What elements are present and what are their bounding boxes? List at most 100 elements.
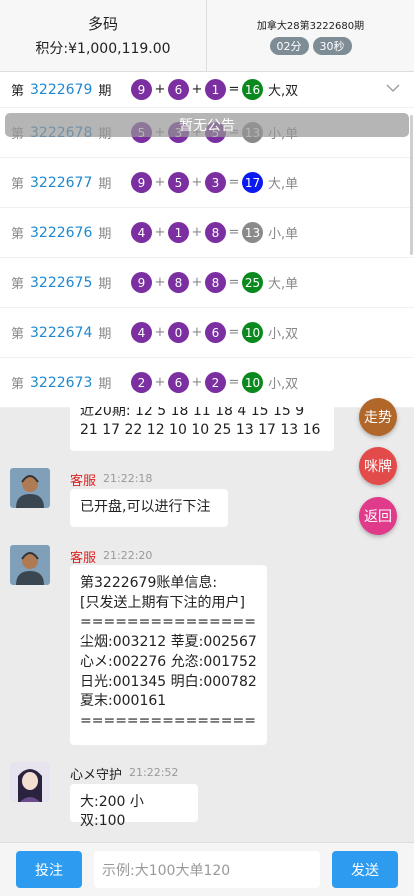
plus-sign: + — [191, 225, 203, 240]
ball-2: 6 — [168, 372, 189, 393]
plus-sign: + — [154, 175, 166, 190]
plus-sign: + — [154, 325, 166, 340]
bill-line: ================ — [80, 712, 257, 729]
history-bubble: 近20期: 12 5 18 11 18 4 15 15 9 21 17 22 1… — [70, 407, 334, 451]
issue-suffix: 期 — [98, 277, 112, 292]
plus-sign: + — [191, 275, 203, 290]
back-button[interactable]: 返回 — [359, 497, 397, 535]
username: 多码 — [87, 15, 118, 33]
draw-result: 大,单 — [268, 177, 299, 192]
plus-sign: + — [191, 375, 203, 390]
bill-line: ================ — [80, 614, 257, 631]
ball-3: 8 — [205, 222, 226, 243]
draw-result: 大,单 — [268, 277, 299, 292]
avatar — [10, 468, 50, 508]
issue-suffix: 期 — [98, 84, 112, 99]
draw-balls: 9 + 5 + 3 = 17 大,单 — [131, 172, 298, 193]
draw-result: 小,单 — [268, 227, 299, 242]
issue-number: 3222677 — [30, 174, 93, 191]
bill-line: [只发送上期有下注的用户] — [80, 594, 245, 611]
plus-sign: + — [154, 82, 166, 97]
draw-result: 小,双 — [268, 327, 299, 342]
issue-prefix: 第 — [11, 84, 25, 99]
ball-1: 4 — [131, 322, 152, 343]
draw-row: 第 3222676 期 4 + 1 + 8 = 13 小,单 — [0, 208, 414, 258]
equals-sign: = — [228, 225, 240, 240]
equals-sign: = — [228, 82, 240, 97]
bottom-bar: 投注 示例:大100大单120 发送 — [0, 842, 414, 896]
bet-button[interactable]: 投注 — [16, 851, 82, 888]
ball-3: 3 — [205, 172, 226, 193]
message-time: 21:22:20 — [103, 549, 153, 562]
draw-balls: 4 + 1 + 8 = 13 小,单 — [131, 222, 298, 243]
ball-3: 8 — [205, 272, 226, 293]
sum-ball: 13 — [242, 222, 263, 243]
sender-name: 心メ守护 — [70, 768, 123, 783]
issue-suffix: 期 — [98, 177, 112, 192]
sum-ball: 10 — [242, 322, 263, 343]
draw-result: 小,双 — [268, 377, 299, 392]
ball-2: 1 — [168, 222, 189, 243]
issue-suffix: 期 — [98, 327, 112, 342]
sum-ball: 25 — [242, 272, 263, 293]
service-avatar-icon — [10, 545, 50, 585]
message-time: 21:22:18 — [103, 472, 153, 485]
service-avatar-icon — [10, 468, 50, 508]
chevron-down-icon[interactable] — [386, 81, 400, 95]
ball-3: 1 — [205, 79, 226, 100]
draw-row: 第 3222675 期 9 + 8 + 8 = 25 大,单 — [0, 258, 414, 308]
issue-prefix: 第 — [11, 227, 25, 242]
sum-ball: 16 — [242, 79, 263, 100]
top-header: 多码 积分:¥1,000,119.00 加拿大28第3222680期 02分 3… — [0, 0, 414, 72]
issue-prefix: 第 — [11, 277, 25, 292]
ball-2: 6 — [168, 79, 189, 100]
issue-prefix: 第 — [11, 327, 25, 342]
sum-ball: 17 — [242, 172, 263, 193]
bill-line: 第3222679账单信息: — [80, 575, 218, 591]
issue-number: 3222674 — [30, 324, 93, 341]
draw-result: 大,双 — [268, 84, 299, 99]
equals-sign: = — [228, 375, 240, 390]
ball-2: 5 — [168, 172, 189, 193]
ball-1: 9 — [131, 172, 152, 193]
list-scrollbar[interactable] — [410, 115, 413, 255]
issue-prefix: 第 — [11, 377, 25, 392]
trend-button[interactable]: 走势 — [359, 398, 397, 436]
ball-3: 6 — [205, 322, 226, 343]
plus-sign: + — [191, 82, 203, 97]
plus-sign: + — [191, 325, 203, 340]
message-time: 21:22:52 — [129, 766, 179, 779]
avatar — [10, 762, 50, 802]
announcement-banner: 暂无公告 — [5, 113, 409, 137]
bill-line: 夏末:000161 — [80, 693, 167, 710]
bill-line: 日光:001345 明白:000782 — [80, 673, 257, 690]
ball-3: 2 — [205, 372, 226, 393]
history-line: 21 17 22 12 10 10 25 13 17 13 16 — [80, 422, 321, 438]
current-issue-label: 加拿大28第3222680期 — [256, 20, 365, 32]
plus-sign: + — [154, 275, 166, 290]
send-button[interactable]: 发送 — [332, 851, 398, 888]
bill-line: 心メ:002276 允恣:001752 — [80, 653, 257, 670]
draw-balls: 2 + 6 + 2 = 10 小,双 — [131, 372, 298, 393]
road-button[interactable]: 咪牌 — [359, 447, 397, 485]
message-input[interactable]: 示例:大100大单120 — [94, 851, 320, 888]
issue-number: 3222679 — [30, 81, 93, 98]
draw-row: 第 3222674 期 4 + 0 + 6 = 10 小,双 — [0, 308, 414, 358]
account-panel: 多码 积分:¥1,000,119.00 — [0, 0, 207, 71]
issue-prefix: 第 — [11, 177, 25, 192]
draw-row: 第 3222673 期 2 + 6 + 2 = 10 小,双 — [0, 358, 414, 408]
draw-balls: 9 + 8 + 8 = 25 大,单 — [131, 272, 298, 293]
history-line: 近20期: 12 5 18 11 18 4 15 15 9 — [80, 407, 305, 419]
draw-row-latest[interactable]: 第 3222679 期 9 + 6 + 1 = 16 大,双 — [0, 72, 414, 108]
countdown-seconds: 30秒 — [312, 36, 352, 55]
draw-balls: 9 + 6 + 1 = 16 大,双 — [131, 79, 298, 100]
equals-sign: = — [228, 175, 240, 190]
issue-suffix: 期 — [98, 377, 112, 392]
issue-number: 3222676 — [30, 224, 93, 241]
avatar — [10, 545, 50, 585]
equals-sign: = — [228, 325, 240, 340]
ball-1: 2 — [131, 372, 152, 393]
plus-sign: + — [154, 225, 166, 240]
draw-balls: 4 + 0 + 6 = 10 小,双 — [131, 322, 298, 343]
issue-suffix: 期 — [98, 227, 112, 242]
